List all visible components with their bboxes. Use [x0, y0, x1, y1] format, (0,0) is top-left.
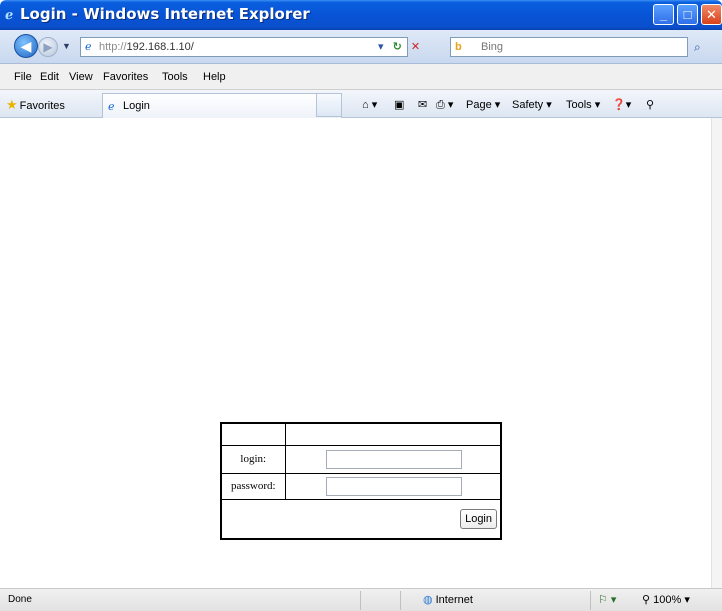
login-form-table: login: password: Login — [220, 422, 502, 540]
zoom-control[interactable]: ⚲ 100% ▾ — [642, 593, 690, 606]
bing-icon: b — [455, 41, 462, 53]
back-button[interactable]: ◀ — [14, 34, 38, 58]
minimize-button[interactable]: _ — [653, 4, 674, 25]
history-dropdown-icon[interactable]: ▼ — [62, 41, 71, 51]
favorites-label: Favorites — [19, 100, 65, 112]
ie-icon: ℯ — [5, 7, 14, 22]
search-icon[interactable]: ⌕ — [694, 40, 701, 55]
url-scheme: http:// — [99, 41, 127, 53]
menu-edit[interactable]: Edit — [40, 71, 59, 83]
menu-tools[interactable]: Tools — [162, 71, 188, 83]
status-divider — [400, 591, 401, 610]
protected-mode-icon[interactable]: ⚐ ▾ — [598, 593, 616, 606]
address-controls: ▾ ↻ ✕ — [378, 40, 426, 53]
refresh-icon[interactable]: ↻ — [393, 41, 402, 53]
star-icon: ★ — [6, 97, 18, 112]
page-icon: ℯ — [85, 41, 92, 53]
globe-icon: ◍ — [423, 594, 433, 606]
status-divider — [360, 591, 361, 610]
address-toolbar: ◀ ▶ ▼ ℯ http://192.168.1.10/ ▾ ↻ ✕ b ⌕ — [0, 30, 722, 64]
status-divider — [590, 591, 591, 610]
zoom-label: 100% — [653, 594, 682, 606]
safety-menu[interactable]: Safety ▾ — [512, 98, 552, 111]
login-input[interactable] — [325, 449, 462, 469]
home-icon[interactable]: ⌂ ▾ — [362, 98, 377, 111]
favorites-bar: ★ Favorites ℯ Login ⌂ ▾ ▣ ✉ ⎙ ▾ Page ▾ Sa… — [0, 90, 722, 118]
search-input[interactable] — [481, 40, 681, 54]
password-label: password: — [220, 472, 286, 500]
stop-icon[interactable]: ✕ — [411, 41, 420, 53]
tools-menu-label: Tools — [566, 99, 592, 111]
tab-label: Login — [123, 100, 150, 112]
submit-cell: Login — [220, 498, 502, 540]
page-menu-label: Page — [466, 99, 492, 111]
header-cell-left — [220, 422, 286, 446]
new-tab-button[interactable] — [316, 93, 342, 117]
login-label: login: — [220, 444, 286, 474]
window-title: Login - Windows Internet Explorer — [20, 5, 310, 23]
help-icon[interactable]: ❓▾ — [612, 98, 631, 111]
login-input-cell — [284, 444, 502, 474]
search-field[interactable]: b — [450, 37, 688, 57]
back-icon: ◀ — [20, 38, 32, 54]
status-bar: Done ◍ Internet ⚐ ▾ ⚲ 100% ▾ — [0, 588, 722, 611]
menu-bar: File Edit View Favorites Tools Help — [0, 64, 722, 90]
tab-login[interactable]: ℯ Login — [102, 93, 342, 118]
address-dropdown-icon[interactable]: ▾ — [378, 41, 384, 53]
security-zone[interactable]: ◍ Internet — [423, 593, 473, 606]
forward-button[interactable]: ▶ — [38, 37, 58, 57]
print-icon[interactable]: ⎙ ▾ — [436, 98, 453, 112]
page-menu[interactable]: Page ▾ — [466, 98, 500, 111]
feeds-icon[interactable]: ▣ — [394, 98, 404, 111]
menu-help[interactable]: Help — [203, 71, 226, 83]
password-input-cell — [284, 472, 502, 500]
research-icon[interactable]: ⚲ — [646, 98, 654, 111]
status-text: Done — [8, 594, 32, 605]
vertical-scrollbar[interactable] — [711, 118, 722, 588]
tab-page-icon: ℯ — [108, 101, 115, 113]
menu-file[interactable]: File — [14, 71, 32, 83]
tools-menu[interactable]: Tools ▾ — [566, 98, 600, 111]
header-cell-right — [284, 422, 502, 446]
address-field[interactable]: ℯ http://192.168.1.10/ — [80, 37, 408, 57]
close-button[interactable]: ✕ — [701, 4, 722, 25]
safety-menu-label: Safety — [512, 99, 544, 111]
forward-icon: ▶ — [43, 40, 53, 54]
menu-favorites[interactable]: Favorites — [103, 71, 148, 83]
url-text[interactable]: http://192.168.1.10/ — [99, 41, 194, 53]
url-host: 192.168.1.10/ — [126, 41, 194, 53]
title-bar: ℯ Login - Windows Internet Explorer _ □ … — [0, 0, 722, 30]
password-input[interactable] — [325, 476, 462, 496]
menu-view[interactable]: View — [69, 71, 93, 83]
favorites-button[interactable]: ★ Favorites — [6, 97, 65, 113]
mail-icon[interactable]: ✉ — [418, 98, 427, 111]
login-button[interactable]: Login — [460, 508, 497, 529]
zone-label: Internet — [435, 594, 473, 606]
maximize-button[interactable]: □ — [677, 4, 698, 25]
